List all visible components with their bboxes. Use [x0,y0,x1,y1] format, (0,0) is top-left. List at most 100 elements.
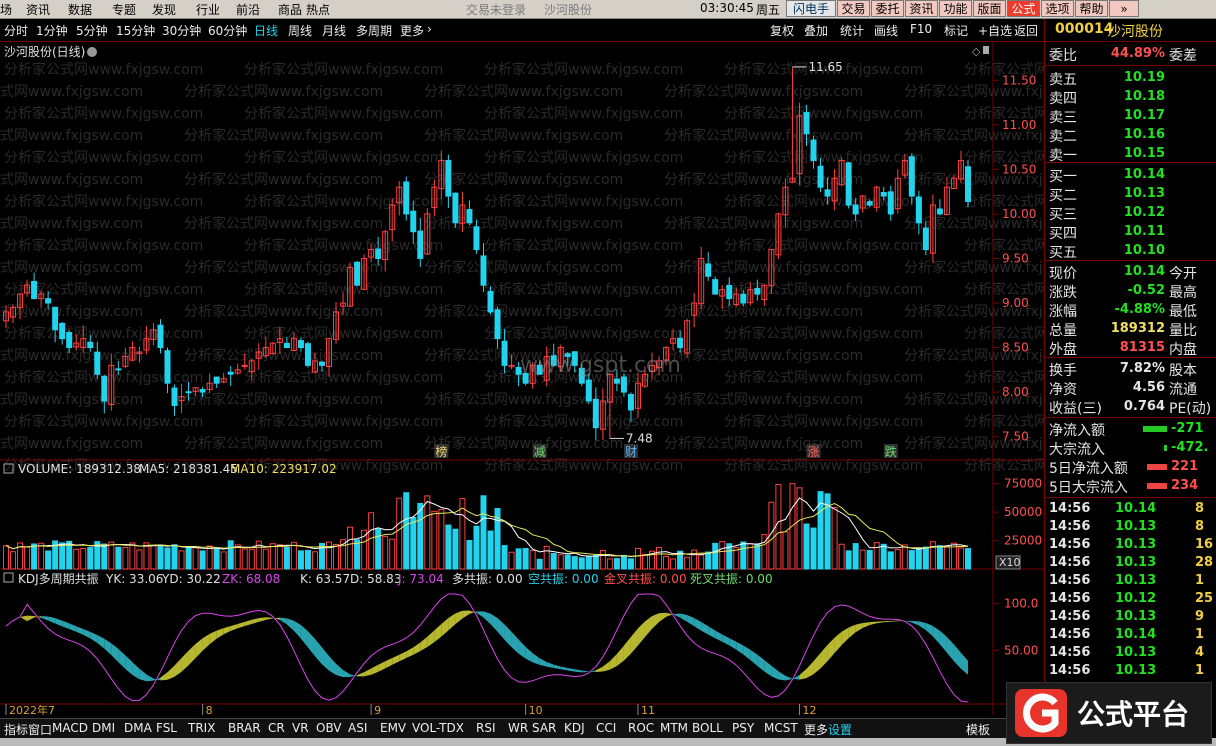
tab-9[interactable]: VR [292,721,309,735]
kdj-ribbon-seg-96 [680,613,688,622]
tab-17[interactable]: KDJ [564,721,585,735]
kdj-ribbon-seg-101 [715,630,723,642]
tick-price: 10.14 [1115,627,1157,642]
period-3[interactable]: 15分钟 [116,22,155,39]
volume-bar-42 [297,550,304,570]
kdj-ribbon-seg-47 [336,663,344,678]
menu-item-4[interactable]: 发现 [152,1,176,18]
menu-button-9[interactable]: » [1109,0,1139,17]
tab-18[interactable]: CCI [596,721,616,735]
tab-8[interactable]: CR [268,721,285,735]
tab-3[interactable]: DMI [92,721,115,735]
period-10[interactable]: 更多 [400,22,424,39]
menu-button-2[interactable]: 委托 [871,0,904,17]
tab-25[interactable]: 设置 [828,721,852,738]
menu-item-2[interactable]: 数据 [68,1,92,18]
watermark-row: 分析家公式网www.fxjgsw.com [244,369,443,386]
tab-13[interactable]: VOL-TDX [412,721,464,735]
period-2[interactable]: 5分钟 [76,22,108,39]
period-7[interactable]: 周线 [288,22,312,39]
kdj-legend-6: J: 73.04 [397,572,444,586]
bid-label: 买四 [1049,226,1077,242]
bid-row-4: 买四 10.11 [1045,223,1216,242]
volume-bar-133 [936,545,943,570]
tab-5[interactable]: FSL [156,721,177,735]
tab-6[interactable]: TRIX [188,721,215,735]
stat-label: 总量 [1049,323,1077,339]
tab-11[interactable]: ASI [348,721,367,735]
tab-2[interactable]: MACD [52,721,88,735]
kdj-ribbon-seg-136 [960,652,968,675]
period-4[interactable]: 30分钟 [162,22,201,39]
watermark-row: 分析家公式网www.fxjgsw.com [184,83,383,100]
menu-item-1[interactable]: 资讯 [26,1,50,18]
scroll-handle-icon[interactable] [983,46,989,54]
tool-7[interactable]: 返回 [1014,22,1038,39]
tool-0[interactable]: 复权 [770,22,794,39]
menu-button-6[interactable]: 公式 [1007,0,1040,17]
tab-7[interactable]: BRAR [228,721,261,735]
tab-1[interactable]: 窗口 [28,721,52,738]
menu-button-8[interactable]: 帮助 [1075,0,1108,17]
tab-22[interactable]: PSY [732,721,754,735]
menu-button-0[interactable]: 闪电手 [786,0,836,17]
tab-4[interactable]: DMA [124,721,152,735]
login-status[interactable]: 交易未登录 [466,1,526,18]
stat-value: 189312 [1110,321,1165,336]
watermark-layer: 分析家公式网www.fxjgsw.com 分析家公式网www.fxjgsw.com… [0,61,1044,474]
chart-options-icon[interactable] [87,47,97,57]
bid-price: 10.10 [1123,243,1165,258]
tool-6[interactable]: +自选 [978,22,1012,39]
diamond-icon[interactable]: ◇ [972,45,981,58]
period-0[interactable]: 分时 [4,22,28,39]
tab-16[interactable]: SAR [532,721,556,735]
flow-label: 净流入额 [1049,423,1105,439]
menu-button-3[interactable]: 资讯 [905,0,938,17]
kdj-ribbon-seg-13 [97,634,105,649]
period-5[interactable]: 60分钟 [208,22,247,39]
menu-item-0[interactable]: 场 [0,1,12,18]
tab-23[interactable]: MCST [764,721,798,735]
tab-10[interactable]: OBV [316,721,342,735]
tab-15[interactable]: WR [508,721,528,735]
period-9[interactable]: 多周期 [356,22,392,39]
kline-chart[interactable]: 分析家公式网www.fxjgsw.com 分析家公式网www.fxjgsw.com… [0,42,1044,715]
menu-item-8[interactable]: 热点 [306,1,330,18]
tab-21[interactable]: BOLL [692,721,723,735]
menu-item-7[interactable]: 商品 [278,1,302,18]
tool-5[interactable]: 标记 [944,22,968,39]
volume-bar-54 [382,535,389,570]
candle-body-6 [45,298,52,304]
tab-19[interactable]: ROC [628,721,654,735]
period-6[interactable]: 日线 [254,22,278,39]
tool-4[interactable]: F10 [910,22,932,36]
volume-bar-11 [80,548,87,570]
tool-3[interactable]: 画线 [874,22,898,39]
tab-0[interactable]: 指标 [4,721,28,738]
kdj-ribbon-seg-31 [223,626,231,635]
tab-24[interactable]: 更多 [804,721,828,738]
tab-template[interactable]: 模板 [966,721,990,738]
tab-14[interactable]: RSI [476,721,496,735]
tab-12[interactable]: EMV [380,721,406,735]
watermark-row: 分析家公式网www.fxjgsw.com [424,303,623,320]
menu-item-5[interactable]: 行业 [196,1,220,18]
tick-row: 14:56 10.13 28 [1045,555,1216,573]
volume-bar-124 [873,542,880,570]
kdj-ribbon-seg-93 [659,612,667,622]
tool-1[interactable]: 叠加 [804,22,828,39]
kdj-ribbon-seg-113 [799,668,807,680]
period-1[interactable]: 1分钟 [36,22,68,39]
kdj-ribbon-seg-119 [841,627,849,646]
menu-button-1[interactable]: 交易 [837,0,870,17]
menu-button-5[interactable]: 版面 [973,0,1006,17]
menu-item-6[interactable]: 前沿 [236,1,260,18]
more-chevron-icon[interactable]: › [427,22,432,36]
tick-vol: 9 [1195,609,1205,624]
menu-button-7[interactable]: 选项 [1041,0,1074,17]
tab-20[interactable]: MTM [660,721,688,735]
menu-button-4[interactable]: 功能 [939,0,972,17]
menu-item-3[interactable]: 专题 [112,1,136,18]
period-8[interactable]: 月线 [322,22,346,39]
tool-2[interactable]: 统计 [840,22,864,39]
